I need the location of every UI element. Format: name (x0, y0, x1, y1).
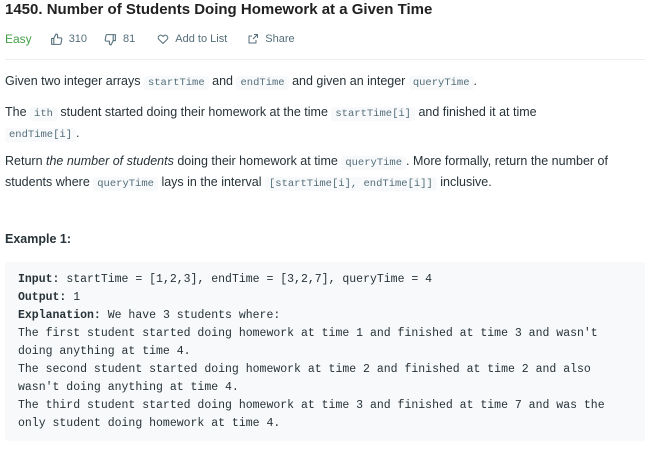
inline-code: endTime (236, 76, 289, 90)
inline-code: queryTime (93, 177, 158, 191)
text: Given two integer arrays (5, 74, 144, 88)
inline-code: endTime[i] (5, 128, 77, 142)
explanation-line: only student doing homework at time 4. (18, 417, 281, 430)
add-to-list-button[interactable]: Add to List (157, 33, 227, 45)
problem-meta-bar: Easy 310 81 Add to List Share (5, 31, 315, 47)
explanation-value: We have 3 students where: (100, 309, 281, 322)
add-to-list-label: Add to List (175, 33, 228, 45)
difficulty-badge: Easy (5, 32, 32, 46)
text: and given an integer (288, 74, 409, 88)
explanation-line: wasn't doing anything at time 4. (18, 381, 239, 394)
text: Return (5, 154, 46, 168)
output-label: Output: (18, 291, 67, 304)
description-paragraph: Given two integer arrays startTime and e… (5, 72, 477, 93)
text: . (473, 74, 478, 88)
share-icon (248, 34, 259, 44)
text: inclusive. (436, 175, 492, 189)
like-button[interactable]: 310 (50, 33, 87, 46)
inline-code: queryTime (341, 156, 407, 170)
share-button[interactable]: Share (247, 33, 295, 45)
inline-code: startTime (143, 76, 209, 90)
problem-title: 1450. Number of Students Doing Homework … (5, 1, 433, 18)
example-code-block: Input: startTime = [1,2,3], endTime = [3… (5, 262, 645, 441)
explanation-label: Explanation: (18, 309, 101, 322)
input-label: Input: (18, 273, 60, 286)
example-title: Example 1: (5, 232, 72, 246)
explanation-line: The third student started doing homework… (18, 399, 605, 412)
description-paragraph: The ith student started doing their home… (5, 103, 605, 145)
text: The (5, 105, 31, 119)
like-count: 310 (68, 33, 88, 45)
output-value: 1 (66, 291, 81, 304)
description-paragraph: Return the number of students doing thei… (5, 152, 650, 194)
inline-code: queryTime (408, 76, 474, 90)
inline-code: ith (30, 107, 57, 121)
thumbs-down-icon (104, 33, 116, 45)
input-value: startTime = [1,2,3], endTime = [3,2,7], … (59, 273, 433, 286)
share-label: Share (265, 33, 295, 45)
text: lays in the interval (157, 175, 265, 189)
dislike-count: 81 (123, 33, 136, 45)
text: and finished it at time (415, 105, 537, 119)
explanation-line: The second student started doing homewor… (18, 363, 591, 376)
text: . (76, 126, 80, 140)
heart-icon (158, 34, 169, 44)
emphasis-text: the number of students (46, 154, 174, 168)
text: student started doing their homework at … (56, 105, 332, 119)
thumbs-up-icon (50, 33, 63, 45)
text: and (208, 74, 237, 88)
inline-code: startTime[i] (331, 107, 415, 121)
text: doing their homework at time (173, 154, 342, 168)
header-divider (5, 59, 645, 60)
dislike-button[interactable]: 81 (104, 33, 135, 46)
explanation-line: The first student started doing homework… (18, 327, 598, 340)
inline-code: [startTime[i], endTime[i]] (264, 177, 437, 191)
explanation-line: doing anything at time 4. (18, 345, 191, 358)
